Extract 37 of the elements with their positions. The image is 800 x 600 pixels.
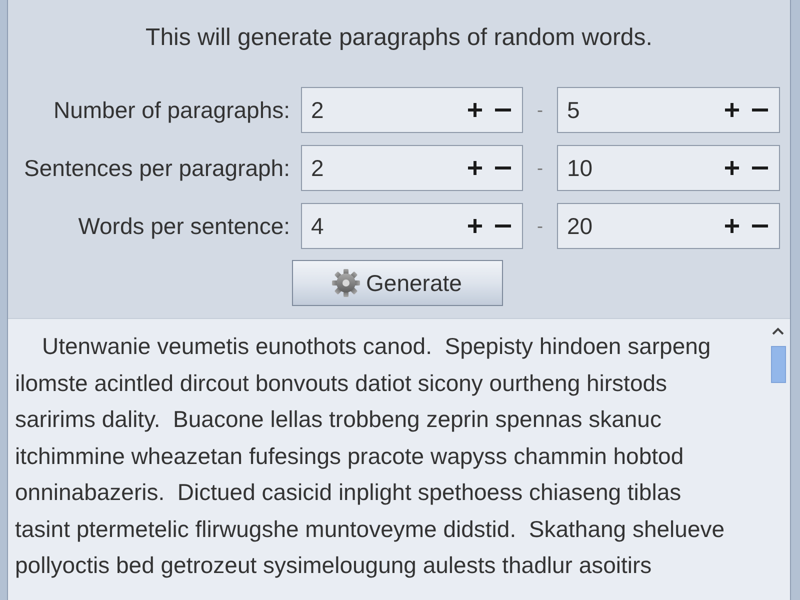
- generate-button[interactable]: Generate: [292, 260, 502, 306]
- number-spin-field[interactable]: 4: [301, 203, 523, 249]
- plus-icon: [467, 102, 483, 118]
- number-spin-field[interactable]: 10: [557, 145, 780, 191]
- gear-icon: [332, 269, 360, 297]
- minus-icon: [495, 166, 511, 170]
- plus-icon: [467, 218, 483, 234]
- plus-icon: [467, 160, 483, 176]
- range-separator: -: [537, 156, 543, 180]
- minus-icon: [752, 224, 768, 228]
- number-spin-field[interactable]: 20: [557, 203, 780, 249]
- field-value: 2: [311, 154, 325, 183]
- number-spin-field[interactable]: 2: [301, 87, 523, 133]
- range-label: Sentences per paragraph:: [24, 154, 290, 183]
- field-value: 2: [311, 96, 325, 125]
- scroll-up-icon[interactable]: [772, 327, 784, 335]
- range-separator: -: [537, 214, 543, 238]
- range-label: Number of paragraphs:: [53, 96, 290, 125]
- plus-icon: [724, 160, 740, 176]
- range-label: Words per sentence:: [78, 212, 290, 241]
- number-spin-field[interactable]: 2: [301, 145, 523, 191]
- minus-icon: [495, 108, 511, 112]
- field-value: 4: [311, 212, 325, 241]
- output-text-area[interactable]: [8, 318, 790, 600]
- field-value: 20: [567, 212, 594, 241]
- plus-icon: [724, 102, 740, 118]
- generated-paragraph: Utenwanie veumetis eunothots canod. Spepisty hindoen sarpeng ilomste acintled dircout bonvouts datiot sicony ourtheng hirstods saririms dality. Buacone lellas trobbeng zeprin spennas skanuc itchimmine wheazetan fufesings pracote wapyss chammin hobtod onninabazeris. Dictued casicid inplight spethoess chiaseng tiblas tasint ptermetelic flirwugshe muntoveyme didstid. Skathang shelueve pollyoctis bed getrozeut sysimelougung aulests thadlur asoitirs: [15, 332, 726, 580]
- header-text: This will generate paragraphs of random words.: [146, 23, 652, 53]
- field-value: 10: [567, 154, 594, 183]
- minus-icon: [752, 108, 768, 112]
- number-spin-field[interactable]: 5: [557, 87, 780, 133]
- scrollbar-thumb[interactable]: [770, 346, 786, 383]
- range-separator: -: [537, 98, 543, 122]
- minus-icon: [495, 224, 511, 228]
- minus-icon: [752, 166, 768, 170]
- field-value: 5: [567, 96, 581, 125]
- plus-icon: [724, 218, 740, 234]
